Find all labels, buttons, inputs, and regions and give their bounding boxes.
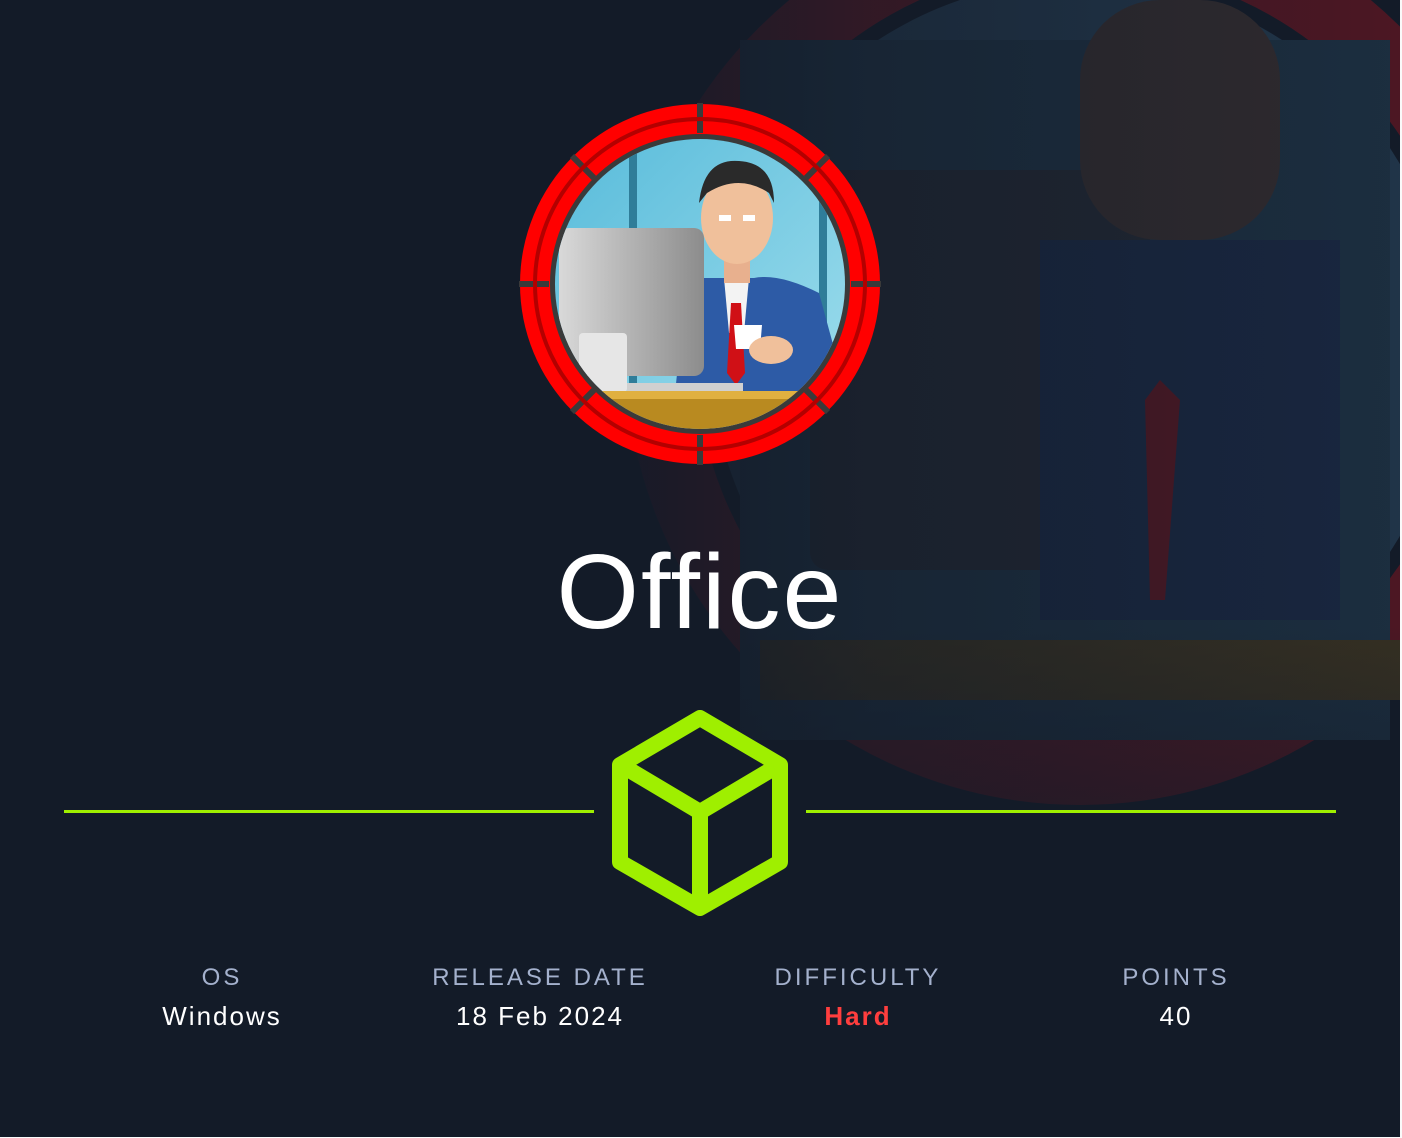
stat-os: OS Windows xyxy=(92,958,352,1034)
stat-difficulty-label: DIFFICULTY xyxy=(774,964,942,991)
stat-release-date-value: 18 Feb 2024 xyxy=(455,1001,624,1031)
machine-name: Office xyxy=(556,533,844,651)
stat-points: POINTS 40 xyxy=(1046,958,1306,1034)
divider-left xyxy=(64,810,594,813)
stat-difficulty: DIFFICULTY Hard xyxy=(728,958,988,1034)
divider-right xyxy=(806,810,1336,813)
machine-info-card: Office OS Windows RELEASE DATE 18 Feb 20… xyxy=(0,0,1402,1138)
stat-os-value: Windows xyxy=(162,1001,282,1031)
office-worker-avatar-icon xyxy=(519,103,881,465)
stat-release-date: RELEASE DATE 18 Feb 2024 xyxy=(410,958,670,1034)
stat-release-date-label: RELEASE DATE xyxy=(432,964,648,991)
stat-points-label: POINTS xyxy=(1122,964,1230,991)
stat-os-label: OS xyxy=(201,964,243,991)
machine-cube-icon xyxy=(612,710,788,916)
stat-points-value: 40 xyxy=(1159,1001,1193,1031)
stat-difficulty-value: Hard xyxy=(824,1001,892,1031)
